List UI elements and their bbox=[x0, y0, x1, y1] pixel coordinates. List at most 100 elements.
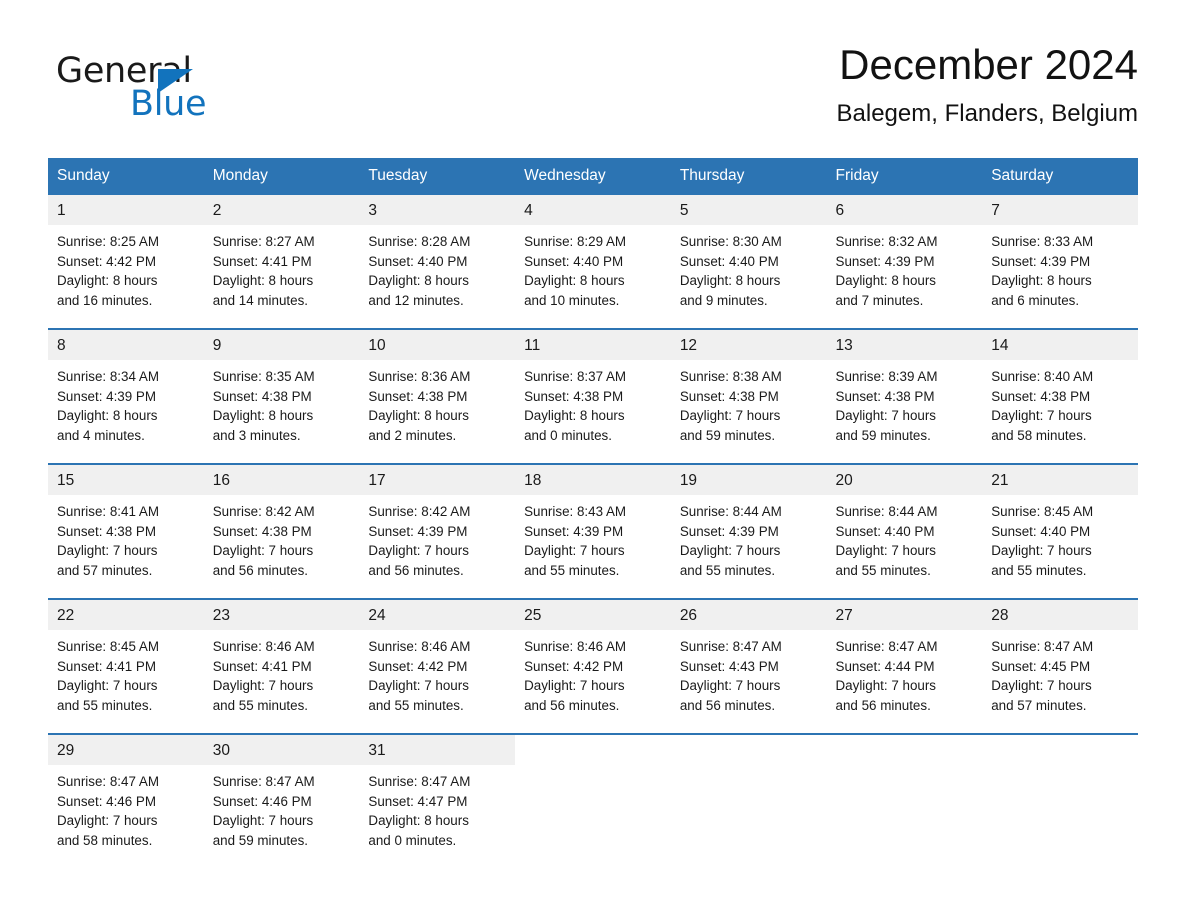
calendar-day-cell[interactable]: 10 Sunrise: 8:36 AM Sunset: 4:38 PM Dayligh… bbox=[359, 328, 516, 464]
day-details: Sunrise: 8:47 AM Sunset: 4:44 PM Daylight:… bbox=[827, 630, 983, 715]
calendar-day-cell[interactable]: 18 Sunrise: 8:43 AM Sunset: 4:39 PM Dayligh… bbox=[515, 463, 671, 599]
calendar-day-cell[interactable]: 26 Sunrise: 8:47 AM Sunset: 4:43 PM Dayligh… bbox=[670, 598, 827, 734]
calendar-day-cell[interactable]: 9 Sunrise: 8:35 AM Sunset: 4:38 PM Daylight… bbox=[203, 328, 360, 464]
sunset-text: Sunset: 4:38 PM bbox=[212, 388, 312, 404]
day-details: Sunrise: 8:37 AM Sunset: 4:38 PM Daylight:… bbox=[515, 360, 671, 445]
day-number: 14 bbox=[982, 330, 1138, 360]
calendar-day-cell[interactable]: 1 Sunrise: 8:25 AM Sunset: 4:42 PM Daylight… bbox=[48, 195, 204, 329]
calendar-day-cell[interactable]: 7 Sunrise: 8:33 AM Sunset: 4:39 PM Daylight… bbox=[982, 195, 1138, 329]
sunset-text: Sunset: 4:39 PM bbox=[835, 253, 935, 269]
day-number: 23 bbox=[203, 600, 360, 630]
sunrise-text: Sunrise: 8:29 AM bbox=[524, 234, 627, 249]
daylight-text-line1: Daylight: 7 hours bbox=[524, 543, 625, 559]
sunset-text: Sunset: 4:39 PM bbox=[57, 388, 156, 404]
sunset-text: Sunset: 4:43 PM bbox=[679, 658, 779, 674]
calendar-day-cell[interactable]: 25 Sunrise: 8:46 AM Sunset: 4:42 PM Dayligh… bbox=[515, 598, 671, 734]
calendar-day-cell[interactable]: 8 Sunrise: 8:34 AM Sunset: 4:39 PM Daylight… bbox=[48, 328, 204, 464]
sunrise-text: Sunrise: 8:47 AM bbox=[679, 639, 782, 654]
daylight-text-line2: and 55 minutes. bbox=[57, 697, 153, 713]
day-number: 25 bbox=[515, 600, 671, 630]
calendar-day-cell[interactable]: 28 Sunrise: 8:47 AM Sunset: 4:45 PM Dayligh… bbox=[982, 598, 1138, 734]
calendar-day-cell[interactable]: 3 Sunrise: 8:28 AM Sunset: 4:40 PM Daylight… bbox=[359, 195, 516, 329]
calendar-table: Sunday Monday Tuesday Wednesday Thursday… bbox=[48, 158, 1138, 868]
daylight-text-line2: and 9 minutes. bbox=[679, 292, 768, 308]
day-details: Sunrise: 8:47 AM Sunset: 4:46 PM Daylight:… bbox=[48, 765, 204, 850]
daylight-text-line2: and 58 minutes. bbox=[57, 832, 153, 848]
day-number: 12 bbox=[670, 330, 827, 360]
daylight-text-line2: and 55 minutes. bbox=[212, 697, 308, 713]
sunrise-text: Sunrise: 8:30 AM bbox=[679, 234, 782, 249]
calendar-week-row: 1 Sunrise: 8:25 AM Sunset: 4:42 PM Daylight… bbox=[48, 195, 1138, 329]
calendar-empty-cell bbox=[982, 733, 1138, 868]
calendar-day-cell[interactable]: 5 Sunrise: 8:30 AM Sunset: 4:40 PM Daylight… bbox=[670, 195, 827, 329]
sunset-text: Sunset: 4:39 PM bbox=[679, 523, 779, 539]
sunrise-text: Sunrise: 8:25 AM bbox=[57, 234, 159, 249]
page-subtitle: Balegem, Flanders, Belgium bbox=[836, 100, 1138, 127]
calendar-day-cell[interactable]: 20 Sunrise: 8:44 AM Sunset: 4:40 PM Dayligh… bbox=[826, 463, 983, 599]
calendar-day-cell[interactable]: 30 Sunrise: 8:47 AM Sunset: 4:46 PM Dayligh… bbox=[203, 733, 360, 868]
sunrise-text: Sunrise: 8:45 AM bbox=[991, 504, 1094, 519]
sunrise-text: Sunrise: 8:37 AM bbox=[524, 369, 627, 384]
calendar-day-cell[interactable]: 4 Sunrise: 8:29 AM Sunset: 4:40 PM Daylight… bbox=[515, 195, 671, 329]
day-details bbox=[827, 765, 983, 772]
calendar-day-cell[interactable]: 23 Sunrise: 8:46 AM Sunset: 4:41 PM Dayligh… bbox=[203, 598, 360, 734]
day-details bbox=[982, 765, 1138, 772]
generalblue-logo[interactable]: General Blue bbox=[56, 52, 316, 132]
calendar-day-cell[interactable]: 22 Sunrise: 8:45 AM Sunset: 4:41 PM Dayligh… bbox=[48, 598, 204, 734]
daylight-text-line1: Daylight: 7 hours bbox=[212, 678, 314, 694]
sunset-text: Sunset: 4:44 PM bbox=[835, 658, 935, 674]
weekday-header-monday: Monday bbox=[203, 158, 360, 195]
calendar-day-cell[interactable]: 11 Sunrise: 8:37 AM Sunset: 4:38 PM Dayligh… bbox=[515, 328, 671, 464]
day-number: 2 bbox=[203, 195, 360, 225]
sunrise-text: Sunrise: 8:33 AM bbox=[991, 234, 1094, 249]
day-details: Sunrise: 8:42 AM Sunset: 4:39 PM Daylight:… bbox=[359, 495, 515, 580]
daylight-text-line2: and 7 minutes. bbox=[835, 292, 924, 308]
calendar-day-cell[interactable]: 13 Sunrise: 8:39 AM Sunset: 4:38 PM Dayligh… bbox=[826, 328, 983, 464]
daylight-text-line2: and 57 minutes. bbox=[991, 697, 1087, 713]
calendar-day-cell[interactable]: 24 Sunrise: 8:46 AM Sunset: 4:42 PM Dayligh… bbox=[359, 598, 516, 734]
daylight-text-line1: Daylight: 7 hours bbox=[835, 543, 936, 559]
day-number: 4 bbox=[515, 195, 671, 225]
sunset-text: Sunset: 4:38 PM bbox=[368, 388, 468, 404]
calendar-day-cell[interactable]: 27 Sunrise: 8:47 AM Sunset: 4:44 PM Dayligh… bbox=[826, 598, 983, 734]
day-details: Sunrise: 8:39 AM Sunset: 4:38 PM Daylight:… bbox=[827, 360, 983, 445]
calendar-day-cell[interactable]: 21 Sunrise: 8:45 AM Sunset: 4:40 PM Dayligh… bbox=[982, 463, 1138, 599]
calendar-day-cell[interactable]: 16 Sunrise: 8:42 AM Sunset: 4:38 PM Dayligh… bbox=[203, 463, 360, 599]
sunset-text: Sunset: 4:39 PM bbox=[991, 253, 1091, 269]
daylight-text-line2: and 55 minutes. bbox=[991, 562, 1087, 578]
day-details: Sunrise: 8:47 AM Sunset: 4:43 PM Daylight:… bbox=[671, 630, 827, 715]
calendar-day-cell[interactable]: 6 Sunrise: 8:32 AM Sunset: 4:39 PM Daylight… bbox=[826, 195, 983, 329]
calendar-day-cell[interactable]: 31 Sunrise: 8:47 AM Sunset: 4:47 PM Dayligh… bbox=[359, 733, 516, 868]
day-number: 31 bbox=[359, 735, 516, 765]
day-details: Sunrise: 8:42 AM Sunset: 4:38 PM Daylight:… bbox=[204, 495, 360, 580]
sunrise-text: Sunrise: 8:41 AM bbox=[57, 504, 159, 519]
day-details: Sunrise: 8:30 AM Sunset: 4:40 PM Daylight:… bbox=[671, 225, 827, 310]
sunrise-text: Sunrise: 8:42 AM bbox=[368, 504, 471, 519]
daylight-text-line1: Daylight: 7 hours bbox=[212, 543, 314, 559]
sunset-text: Sunset: 4:47 PM bbox=[368, 793, 468, 809]
daylight-text-line1: Daylight: 8 hours bbox=[212, 408, 314, 424]
calendar-day-cell[interactable]: 12 Sunrise: 8:38 AM Sunset: 4:38 PM Dayligh… bbox=[670, 328, 827, 464]
calendar-day-cell[interactable]: 17 Sunrise: 8:42 AM Sunset: 4:39 PM Dayligh… bbox=[359, 463, 516, 599]
day-number: 21 bbox=[982, 465, 1138, 495]
daylight-text-line1: Daylight: 8 hours bbox=[524, 408, 625, 424]
day-details: Sunrise: 8:46 AM Sunset: 4:42 PM Daylight:… bbox=[359, 630, 515, 715]
day-number: 28 bbox=[982, 600, 1138, 630]
page-title: December 2024 bbox=[839, 41, 1138, 88]
daylight-text-line2: and 16 minutes. bbox=[57, 292, 153, 308]
calendar-page: General Blue December 2024 Balegem, Flan… bbox=[0, 0, 1188, 918]
day-number: 8 bbox=[48, 330, 204, 360]
sunset-text: Sunset: 4:46 PM bbox=[57, 793, 156, 809]
daylight-text-line1: Daylight: 7 hours bbox=[679, 543, 781, 559]
calendar-day-cell[interactable]: 29 Sunrise: 8:47 AM Sunset: 4:46 PM Dayligh… bbox=[48, 733, 204, 868]
calendar-day-cell[interactable]: 2 Sunrise: 8:27 AM Sunset: 4:41 PM Daylight… bbox=[203, 195, 360, 329]
daylight-text-line1: Daylight: 7 hours bbox=[57, 678, 158, 694]
day-details bbox=[671, 765, 827, 772]
sunset-text: Sunset: 4:42 PM bbox=[368, 658, 468, 674]
daylight-text-line1: Daylight: 8 hours bbox=[368, 273, 469, 289]
calendar-day-cell[interactable]: 15 Sunrise: 8:41 AM Sunset: 4:38 PM Dayligh… bbox=[48, 463, 204, 599]
daylight-text-line1: Daylight: 7 hours bbox=[524, 678, 625, 694]
calendar-day-cell[interactable]: 14 Sunrise: 8:40 AM Sunset: 4:38 PM Dayligh… bbox=[982, 328, 1138, 464]
calendar-day-cell[interactable]: 19 Sunrise: 8:44 AM Sunset: 4:39 PM Dayligh… bbox=[670, 463, 827, 599]
sunset-text: Sunset: 4:38 PM bbox=[835, 388, 935, 404]
